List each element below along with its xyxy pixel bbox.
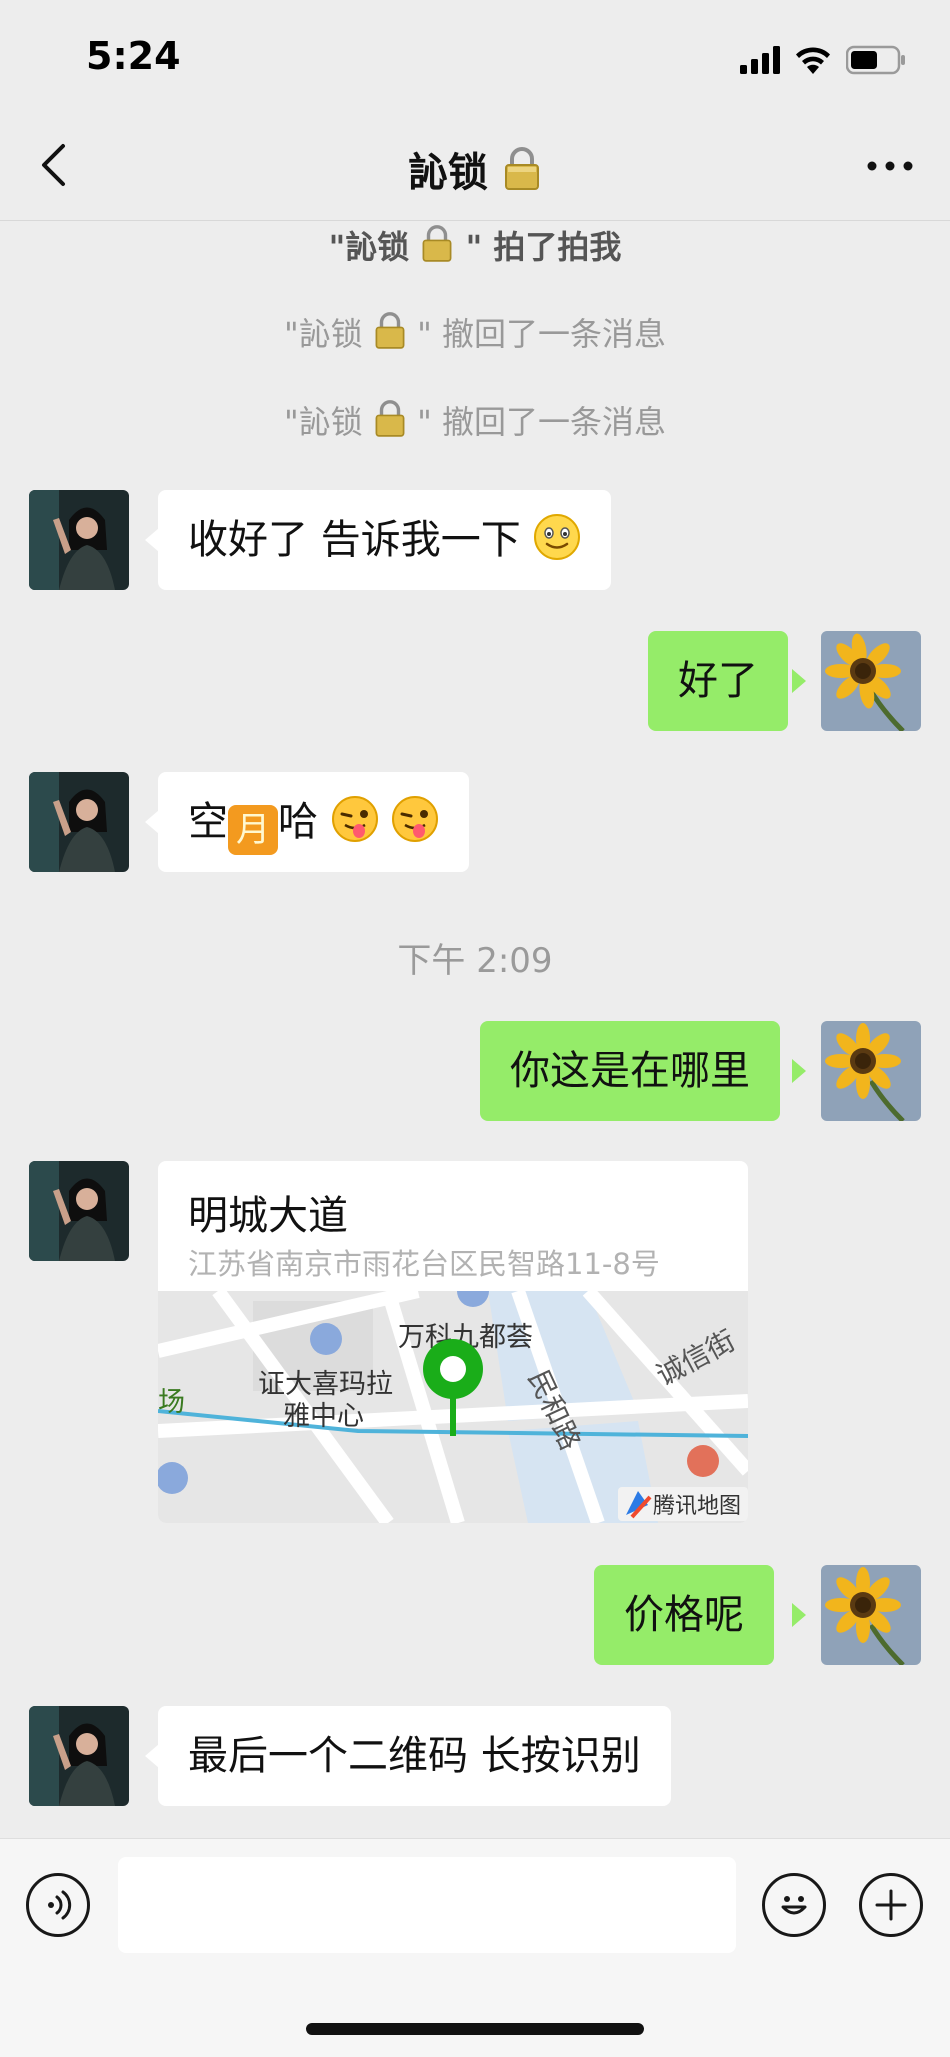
recall-notice: "訫锁 " 撤回了一条消息 [0, 309, 950, 355]
lock-icon [375, 312, 405, 349]
message-text: 收好了 告诉我一下 [188, 517, 521, 563]
message-bubble-outgoing[interactable]: 价格呢 [594, 1565, 774, 1665]
location-card[interactable]: 明城大道 江苏省南京市雨花台区民智路11-8号 万科九都荟 证大喜玛拉 雅中心 … [158, 1161, 748, 1523]
message-input[interactable] [118, 1857, 736, 1953]
navigation-bar: 訫锁 [0, 110, 950, 221]
lock-icon [375, 400, 405, 437]
recall-notice-part1: "訫锁 [284, 315, 363, 353]
message-text: 哈 [278, 799, 318, 845]
pat-notice-part2: " 拍了拍我 [465, 228, 622, 266]
emoji-icon [781, 1896, 807, 1915]
location-map[interactable]: 万科九都荟 证大喜玛拉 雅中心 场 民和路 诚信街 腾讯地图 [158, 1291, 748, 1523]
map-label-edge: 场 [158, 1387, 185, 1417]
home-indicator[interactable] [306, 2023, 644, 2035]
my-avatar[interactable] [821, 1021, 921, 1121]
message-text: 价格呢 [624, 1592, 744, 1638]
bubble-tail [145, 1744, 159, 1768]
message-bubble-outgoing[interactable]: 好了 [648, 631, 788, 731]
input-bar [0, 1838, 950, 2057]
status-time: 5:24 [86, 34, 181, 78]
contact-avatar[interactable] [29, 490, 129, 590]
bubble-tail [792, 1603, 806, 1627]
location-address: 江苏省南京市雨花台区民智路11-8号 [188, 1247, 660, 1281]
moon-emoji-text: 月 [236, 810, 270, 850]
chat-title-text: 訫锁 [408, 150, 489, 196]
map-label-poi: 证大喜玛拉 [258, 1369, 393, 1399]
more-icon[interactable] [866, 158, 914, 174]
message-bubble-outgoing[interactable]: 你这是在哪里 [480, 1021, 780, 1121]
voice-input-button[interactable] [26, 1873, 90, 1937]
battery-icon [846, 45, 905, 75]
message-text: 空 [188, 799, 228, 845]
status-icons [740, 40, 906, 80]
location-name: 明城大道 [188, 1193, 348, 1239]
smile-emoji-icon [534, 514, 581, 560]
chat-title: 訫锁 [0, 140, 950, 198]
recall-notice-part1: "訫锁 [284, 403, 363, 441]
message-bubble-incoming[interactable]: 空月哈 [158, 772, 470, 872]
map-watermark: 腾讯地图 [653, 1493, 741, 1518]
chat-timestamp: 下午 2:09 [397, 941, 553, 981]
recall-notice-part2: " 撤回了一条消息 [417, 315, 666, 353]
recall-notice-part2: " 撤回了一条消息 [417, 403, 666, 441]
pat-notice: "訫锁 " 拍了拍我 [0, 222, 950, 268]
message-bubble-incoming[interactable]: 收好了 告诉我一下 [158, 490, 612, 590]
emoji-button[interactable] [762, 1873, 826, 1937]
message-text: 好了 [678, 658, 758, 704]
wink-tongue-emoji-icon [331, 796, 378, 842]
message-bubble-incoming[interactable]: 最后一个二维码 长按识别 [158, 1706, 671, 1806]
signal-icon [740, 46, 780, 74]
plus-icon [875, 1889, 907, 1921]
bubble-tail [145, 810, 159, 834]
wifi-icon [796, 47, 830, 74]
voice-icon [48, 1890, 72, 1920]
map-label-poi: 雅中心 [283, 1401, 364, 1431]
contact-avatar[interactable] [29, 1706, 129, 1806]
message-text: 最后一个二维码 长按识别 [188, 1733, 641, 1779]
lock-icon [504, 147, 539, 190]
lock-icon [422, 225, 452, 262]
contact-avatar[interactable] [29, 1161, 129, 1261]
my-avatar[interactable] [821, 631, 921, 731]
pat-notice-part1: "訫锁 [328, 228, 410, 266]
wink-tongue-emoji-icon [392, 796, 439, 842]
recall-notice: "訫锁 " 撤回了一条消息 [0, 397, 950, 443]
bubble-tail [145, 528, 159, 552]
my-avatar[interactable] [821, 1565, 921, 1665]
bubble-tail [792, 669, 806, 693]
moon-emoji-icon: 月 [228, 805, 278, 855]
bubble-tail [792, 1059, 806, 1083]
more-functions-button[interactable] [859, 1873, 923, 1937]
contact-avatar[interactable] [29, 772, 129, 872]
message-text: 你这是在哪里 [510, 1048, 750, 1094]
